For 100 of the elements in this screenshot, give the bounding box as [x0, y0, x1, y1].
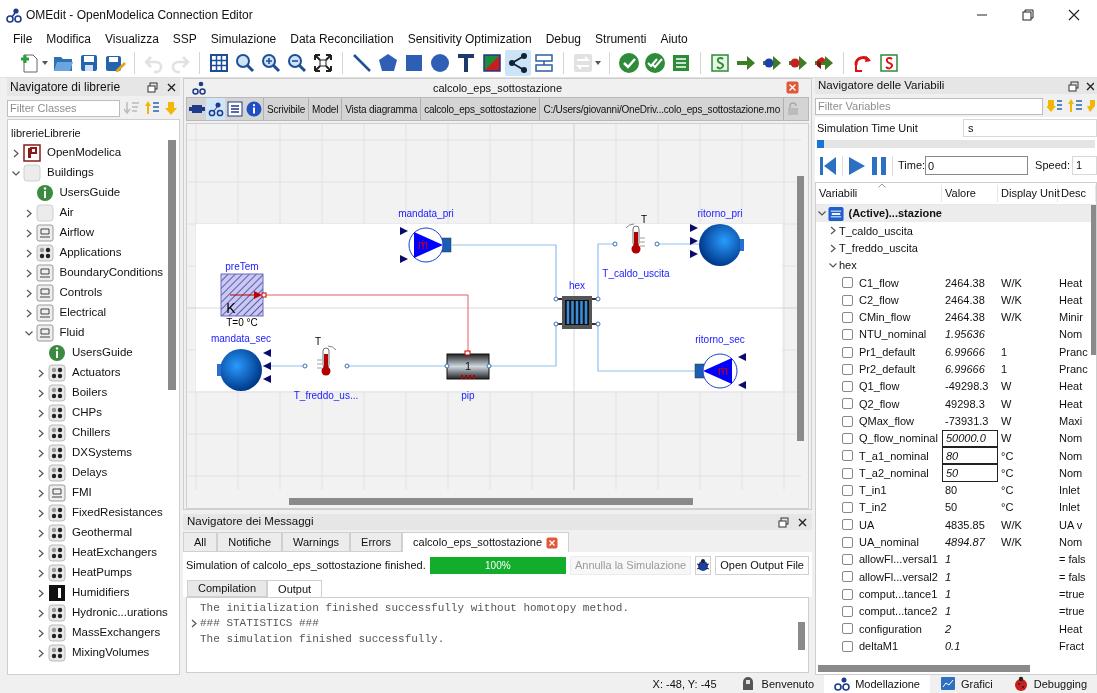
chevron-right-icon[interactable]	[829, 226, 837, 236]
horizontal-scrollbar-thumb[interactable]	[818, 665, 1030, 672]
perspective-tab[interactable]: Benvenuto	[730, 675, 825, 693]
close-icon[interactable]	[1085, 80, 1094, 92]
tree-item[interactable]: OpenModelica	[47, 144, 122, 162]
checkbox[interactable]	[842, 623, 853, 635]
tree-item[interactable]: Buildings	[47, 164, 94, 182]
menu-item[interactable]: Modifica	[39, 30, 99, 48]
value-field[interactable]: 50	[942, 464, 998, 482]
checkbox[interactable]	[842, 605, 853, 617]
tree-item[interactable]: Humidifiers	[72, 584, 130, 602]
diagram-view-icon[interactable]	[207, 101, 224, 117]
checkbox[interactable]	[842, 433, 853, 444]
output-tab[interactable]: Output	[267, 580, 323, 597]
menu-item[interactable]: Sensitivity Optimization	[400, 30, 539, 48]
chevron-right-icon[interactable]	[12, 148, 20, 158]
close-icon[interactable]	[797, 516, 808, 528]
info-icon[interactable]	[245, 101, 262, 117]
speed-dropdown[interactable]: 1	[1071, 156, 1097, 175]
output-tab[interactable]: Compilation	[187, 580, 268, 597]
tree-item[interactable]: Actuators	[72, 364, 121, 382]
tree-item[interactable]: Electrical	[59, 304, 107, 322]
check-icon[interactable]	[618, 51, 640, 74]
tree-item[interactable]: BoundaryConditions	[59, 264, 164, 282]
filter-field[interactable]: Filter Classes	[7, 99, 120, 117]
ellipse-tool-icon[interactable]	[429, 51, 451, 74]
column-header[interactable]: Valore	[942, 185, 998, 202]
chevron-right-icon[interactable]	[24, 308, 33, 318]
chevron-right-icon[interactable]	[829, 243, 837, 253]
chevron-right-icon[interactable]	[24, 268, 33, 278]
chevron-right-icon[interactable]	[24, 288, 33, 298]
tree-item[interactable]: DXSystems	[72, 444, 133, 462]
column-header[interactable]: Variabili	[816, 185, 942, 202]
perspective-tab[interactable]: Debugging	[1002, 675, 1097, 693]
tree-item[interactable]: Fluid	[59, 324, 85, 342]
close-icon[interactable]	[1068, 9, 1080, 21]
menu-item[interactable]: Visualizza	[98, 30, 166, 48]
scrollbar-thumb[interactable]	[1091, 205, 1096, 355]
menu-item[interactable]: Simulazione	[203, 30, 284, 48]
value-field[interactable]: 50000.0	[942, 429, 998, 448]
chevron-right-icon[interactable]	[37, 608, 45, 618]
tree-item[interactable]: MassExchangers	[72, 624, 161, 642]
tree-item[interactable]: Chillers	[72, 424, 111, 442]
tree-item[interactable]: Hydronic...urations	[72, 604, 168, 622]
menu-item[interactable]: Debug	[538, 30, 589, 48]
horizontal-scrollbar-thumb[interactable]	[289, 498, 693, 505]
tree-item[interactable]: UsersGuide	[72, 344, 133, 362]
checkbox[interactable]	[842, 640, 853, 652]
tree-item[interactable]: T_freddo_uscita	[839, 240, 918, 257]
tree-item[interactable]: FMI	[72, 484, 92, 502]
tree-item[interactable]: Geothermal	[72, 524, 133, 542]
menu-item[interactable]: Strumenti	[588, 30, 654, 48]
column-header[interactable]: Display Unit	[998, 185, 1058, 202]
tree-item[interactable]: T_caldo_uscita	[839, 222, 913, 240]
zoom-in-icon[interactable]	[260, 51, 282, 74]
filter-field[interactable]: Filter Variables	[815, 97, 1043, 115]
message-tab[interactable]: Warnings	[282, 532, 351, 552]
line-tool-icon[interactable]	[351, 51, 373, 74]
chevron-right-icon[interactable]	[37, 368, 45, 378]
fit-to-view-icon[interactable]	[312, 51, 334, 74]
slider-track[interactable]	[817, 140, 1095, 148]
chevron-right-icon[interactable]	[24, 208, 33, 218]
tree-item[interactable]: CHPs	[72, 404, 103, 422]
debug-button[interactable]	[695, 555, 712, 575]
checkbox[interactable]	[842, 554, 853, 566]
chevron-right-icon[interactable]	[190, 618, 198, 628]
connect-mode-icon[interactable]	[507, 51, 529, 74]
checkbox[interactable]	[842, 346, 853, 358]
chevron-right-icon[interactable]	[37, 568, 45, 578]
chevron-down-icon[interactable]	[24, 328, 33, 338]
value-field[interactable]: 80	[942, 447, 998, 465]
message-tab[interactable]: Notifiche	[217, 532, 283, 552]
scrollbar-thumb[interactable]	[168, 140, 176, 390]
chevron-right-icon[interactable]	[37, 588, 45, 598]
chevron-right-icon[interactable]	[37, 648, 45, 658]
checkbox[interactable]	[842, 398, 853, 410]
grid-icon[interactable]	[208, 51, 230, 74]
sort-descending-icon[interactable]	[1047, 98, 1063, 114]
chevron-right-icon[interactable]	[37, 508, 45, 518]
checkbox[interactable]	[842, 329, 853, 341]
message-tab[interactable]: calcolo_eps_sottostazione	[402, 532, 570, 552]
chevron-right-icon[interactable]	[37, 408, 45, 418]
tree-item[interactable]: Delays	[72, 464, 108, 482]
chevron-right-icon[interactable]	[37, 548, 45, 558]
zoom-icon[interactable]	[234, 51, 256, 74]
menu-item[interactable]: SSP	[165, 30, 204, 48]
check-all-icon[interactable]	[644, 51, 666, 74]
checkbox[interactable]	[842, 311, 853, 323]
float-icon[interactable]	[147, 81, 158, 93]
checkbox[interactable]	[842, 519, 853, 531]
checkbox[interactable]	[842, 536, 853, 548]
play-icon[interactable]	[848, 155, 866, 176]
polygon-tool-icon[interactable]	[377, 51, 399, 74]
float-icon[interactable]	[1068, 80, 1079, 92]
float-icon[interactable]	[778, 516, 789, 528]
perspective-tab[interactable]: Grafici	[930, 675, 1003, 693]
tree-item[interactable]: Controls	[59, 284, 103, 302]
vertical-scrollbar-thumb[interactable]	[797, 176, 804, 441]
scrollbar-thumb[interactable]	[798, 622, 805, 650]
skip-to-start-icon[interactable]	[819, 155, 837, 176]
